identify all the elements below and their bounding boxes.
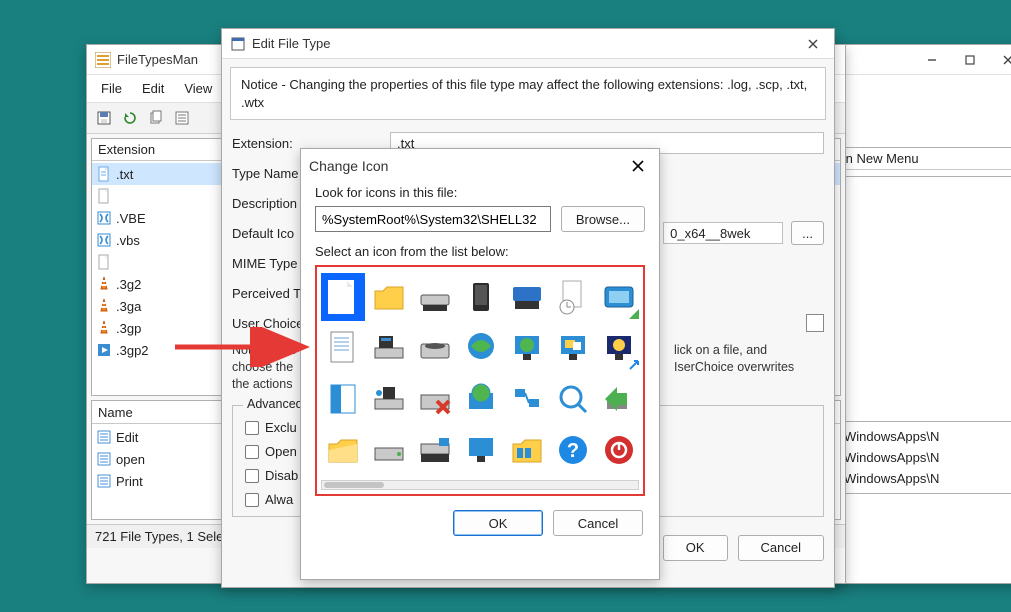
icon-option[interactable] xyxy=(413,426,457,474)
lookfor-label: Look for icons in this file: xyxy=(315,185,645,200)
icon-option[interactable] xyxy=(597,273,641,321)
extension-label: .3gp xyxy=(116,321,141,336)
ok-button[interactable]: OK xyxy=(453,510,543,536)
checkbox[interactable] xyxy=(245,493,259,507)
extension-label: .3ga xyxy=(116,299,141,314)
icon-option[interactable]: ? xyxy=(551,426,595,474)
file-icon xyxy=(96,276,112,292)
extension-header[interactable]: Extension xyxy=(98,142,155,157)
icon-option[interactable] xyxy=(413,324,457,372)
cancel-button[interactable]: Cancel xyxy=(738,535,824,561)
icon-option[interactable] xyxy=(597,375,641,423)
action-icon xyxy=(96,473,112,489)
icon-option[interactable] xyxy=(321,324,365,372)
cancel-button[interactable]: Cancel xyxy=(553,510,643,536)
icon-option[interactable] xyxy=(597,426,641,474)
icon-option[interactable] xyxy=(321,273,365,321)
browse-button[interactable]: Browse... xyxy=(561,206,645,232)
file-icon xyxy=(96,232,112,248)
select-label: Select an icon from the list below: xyxy=(315,244,645,259)
ok-button[interactable]: OK xyxy=(663,535,728,561)
refresh-icon[interactable] xyxy=(119,107,141,129)
dialog-title: Edit File Type xyxy=(252,36,794,51)
list-item: WindowsApps\N xyxy=(836,468,1011,489)
file-icon xyxy=(96,342,112,358)
file-icon xyxy=(96,210,112,226)
close-button[interactable] xyxy=(989,46,1011,74)
icon-option[interactable] xyxy=(321,375,365,423)
ellipsis-button[interactable]: ... xyxy=(791,221,824,245)
icon-option[interactable] xyxy=(551,324,595,372)
icon-option[interactable] xyxy=(367,324,411,372)
icon-list: ? xyxy=(315,265,645,496)
icon-option[interactable] xyxy=(413,273,457,321)
close-button[interactable] xyxy=(794,30,832,58)
name-header[interactable]: Name xyxy=(98,405,133,420)
checkbox[interactable] xyxy=(245,421,259,435)
notice-text: Notice - Changing the properties of this… xyxy=(230,67,826,120)
file-icon xyxy=(96,298,112,314)
icon-option[interactable] xyxy=(367,273,411,321)
icon-file-input[interactable] xyxy=(315,206,551,232)
icon-option[interactable] xyxy=(505,375,549,423)
icon-option[interactable] xyxy=(505,426,549,474)
minimize-button[interactable] xyxy=(913,46,951,74)
icon-option[interactable] xyxy=(367,426,411,474)
menu-view[interactable]: View xyxy=(176,79,220,98)
icon-option[interactable] xyxy=(367,375,411,423)
icon-option[interactable] xyxy=(597,324,641,372)
extension-label: .3g2 xyxy=(116,277,141,292)
userchoice-checkbox[interactable] xyxy=(806,314,824,332)
change-icon-title: Change Icon xyxy=(309,158,619,174)
icon-option[interactable] xyxy=(505,324,549,372)
icon-option[interactable] xyxy=(505,273,549,321)
advanced-legend: Advanced xyxy=(243,397,307,411)
checkbox[interactable] xyxy=(245,445,259,459)
extension-label: .txt xyxy=(116,167,133,182)
arrow-annotation xyxy=(170,327,320,367)
list-item: WindowsApps\N xyxy=(836,426,1011,447)
icon-option[interactable] xyxy=(551,375,595,423)
menu-edit[interactable]: Edit xyxy=(134,79,172,98)
app-icon xyxy=(95,52,111,68)
in-new-menu-header: In New Menu xyxy=(842,151,919,166)
close-button[interactable] xyxy=(619,152,657,180)
notice2-right: lick on a file, and IserChoice overwrite… xyxy=(664,338,834,397)
properties-icon[interactable] xyxy=(171,107,193,129)
file-icon xyxy=(96,320,112,336)
checkbox[interactable] xyxy=(245,469,259,483)
file-icon xyxy=(96,166,112,182)
svg-text:?: ? xyxy=(567,440,579,462)
file-icon xyxy=(96,188,112,204)
extension-label: .3gp2 xyxy=(116,343,149,358)
extension-label: .VBE xyxy=(116,211,146,226)
menu-file[interactable]: File xyxy=(93,79,130,98)
icon-option[interactable] xyxy=(459,375,503,423)
list-item: WindowsApps\N xyxy=(836,447,1011,468)
scrollbar[interactable] xyxy=(321,480,639,490)
icon-option[interactable] xyxy=(321,426,365,474)
copy-icon[interactable] xyxy=(145,107,167,129)
action-icon xyxy=(96,429,112,445)
extension-label: .vbs xyxy=(116,233,140,248)
icon-option[interactable] xyxy=(459,426,503,474)
save-icon[interactable] xyxy=(93,107,115,129)
file-icon xyxy=(96,254,112,270)
action-icon xyxy=(96,451,112,467)
icon-option[interactable] xyxy=(459,324,503,372)
maximize-button[interactable] xyxy=(951,46,989,74)
dialog-icon xyxy=(230,36,246,52)
icon-option[interactable] xyxy=(459,273,503,321)
icon-option[interactable] xyxy=(551,273,595,321)
icon-path-field[interactable]: 0_x64__8wek xyxy=(663,222,783,244)
icon-option[interactable] xyxy=(413,375,457,423)
